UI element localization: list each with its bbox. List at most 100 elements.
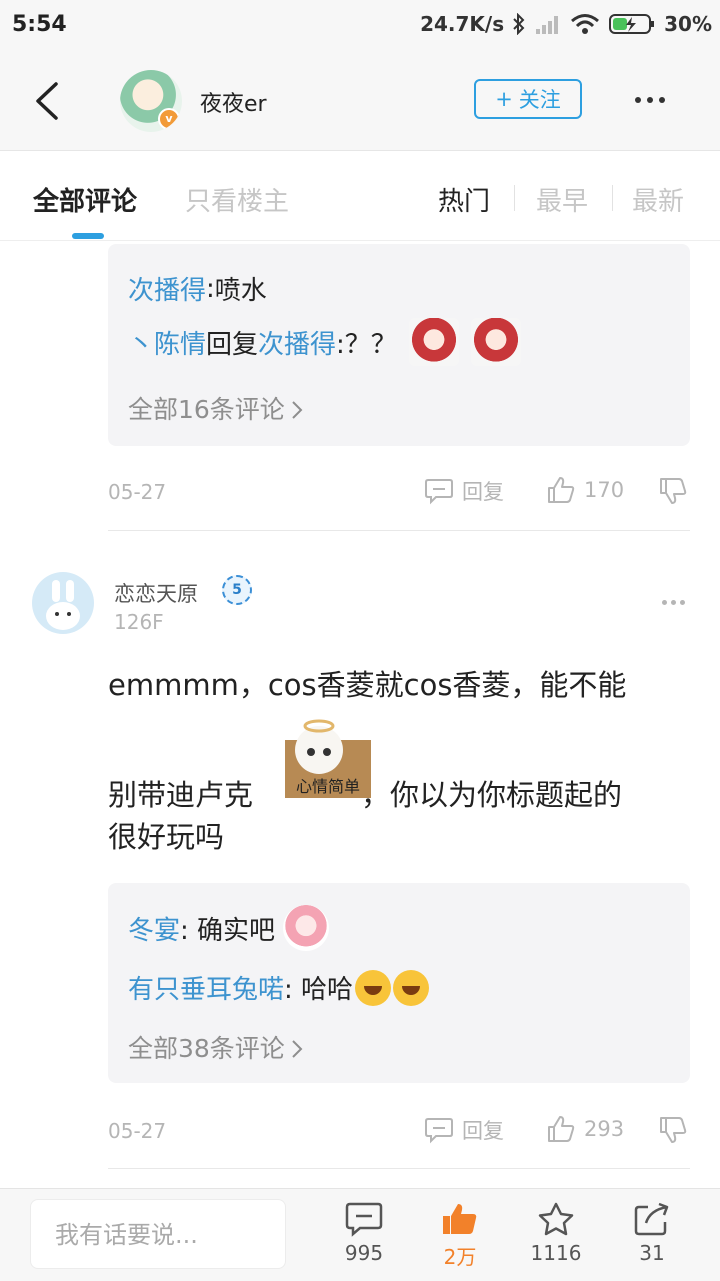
reply-username[interactable]: 次播得 xyxy=(128,270,206,307)
sort-hot[interactable]: 热门 xyxy=(438,181,490,218)
see-all-replies-link[interactable]: 全部16条评论 xyxy=(128,390,305,426)
reply-username[interactable]: 有只垂耳兔喏 xyxy=(128,969,284,1006)
author-name[interactable]: 夜夜er xyxy=(200,86,267,118)
comment-icon xyxy=(345,1202,383,1237)
sort-divider xyxy=(514,185,515,211)
signal-icon xyxy=(536,16,559,34)
comment-text-part: 别带迪卢克 xyxy=(108,778,254,812)
author-avatar[interactable]: v xyxy=(120,70,182,132)
laughing-emoji-icon xyxy=(355,969,392,1006)
reply-preview-box[interactable]: 冬宴: 确实吧 有只垂耳兔喏: 哈哈 全部38条评论 xyxy=(108,883,690,1083)
floor-number: 126F xyxy=(114,610,164,634)
dot-icon xyxy=(671,600,676,605)
bottom-action-bar: 我有话要说... 995 2万 1116 31 xyxy=(0,1188,720,1281)
reply-text: 喷水 xyxy=(214,276,267,306)
reply-preview-box[interactable]: 次播得: 喷水 丶陈情 回复 次播得:？？ 全部16条评论 xyxy=(108,244,690,446)
post-header: v 夜夜er + 关注 xyxy=(0,52,720,151)
comment-icon xyxy=(425,1118,453,1144)
reply-text: : 确实吧 xyxy=(180,915,276,946)
sort-earliest[interactable]: 最早 xyxy=(536,181,588,218)
reply-text: : 哈哈 xyxy=(284,975,354,1005)
comment-date: 05-27 xyxy=(108,480,167,504)
favorite-count: 1116 xyxy=(530,1241,582,1265)
reply-text: :？？ xyxy=(336,329,397,360)
comment-tabs: 全部评论 只看楼主 热门 最早 最新 xyxy=(0,151,720,241)
battery-icon xyxy=(609,14,655,34)
reply-label: 回复 xyxy=(462,480,504,504)
chevron-right-icon xyxy=(292,401,303,419)
dot-icon xyxy=(635,97,641,103)
status-indicators: 24.7K/s 30% xyxy=(420,12,712,36)
reply-item: 冬宴: 确实吧 xyxy=(128,905,330,951)
thumbs-down-icon[interactable] xyxy=(658,477,688,505)
comment-icon xyxy=(425,479,453,505)
tab-host-only[interactable]: 只看楼主 xyxy=(185,181,289,218)
sticker-image xyxy=(470,318,521,366)
thumbs-up-icon xyxy=(548,477,575,503)
comment-text: emmmm，cos香菱就cos香菱，能不能 xyxy=(108,668,627,702)
sticker-text: 心情简单 xyxy=(296,777,360,796)
status-time: 5:54 xyxy=(12,12,67,37)
reply-button[interactable]: 回复 xyxy=(424,1115,504,1145)
verified-badge-icon: v xyxy=(158,108,180,130)
like-post-button[interactable]: 2万 xyxy=(425,1201,495,1270)
see-all-replies-link[interactable]: 全部38条评论 xyxy=(128,1029,305,1065)
reply-button[interactable]: 回复 xyxy=(424,476,504,506)
sticker-image: 心情简单 xyxy=(285,719,371,798)
laughing-emoji-icon xyxy=(393,969,430,1006)
favorite-button[interactable]: 1116 xyxy=(521,1201,591,1265)
reply-target-username[interactable]: 次播得 xyxy=(258,324,336,361)
thumbs-down-icon[interactable] xyxy=(658,1116,688,1144)
reply-action: 回复 xyxy=(206,329,259,360)
chevron-right-icon xyxy=(292,1040,303,1058)
star-icon xyxy=(538,1202,574,1236)
like-button[interactable]: 293 xyxy=(546,1115,624,1143)
bluetooth-icon xyxy=(513,13,525,35)
wifi-icon xyxy=(571,14,600,34)
share-icon xyxy=(634,1202,669,1236)
dot-icon xyxy=(659,97,665,103)
comment-count: 995 xyxy=(344,1241,384,1265)
comment-text-part: ，你以为你标题起的 xyxy=(361,778,623,812)
reply-label: 回复 xyxy=(462,1119,504,1143)
comment-text: 很好玩吗 xyxy=(108,820,225,854)
plus-icon: + xyxy=(495,87,513,111)
post-like-count: 2万 xyxy=(443,1245,477,1269)
see-all-label: 全部16条评论 xyxy=(128,395,285,424)
thumbs-up-icon xyxy=(548,1116,575,1142)
reply-username[interactable]: 丶陈情 xyxy=(128,324,206,361)
tab-all-comments[interactable]: 全部评论 xyxy=(33,181,137,218)
dot-icon xyxy=(647,97,653,103)
back-button[interactable] xyxy=(26,76,70,126)
comment-divider xyxy=(108,1168,690,1169)
more-options-button[interactable] xyxy=(628,84,672,116)
like-button[interactable]: 170 xyxy=(546,476,624,504)
dot-icon xyxy=(680,600,685,605)
follow-button[interactable]: + 关注 xyxy=(474,79,582,119)
share-count: 31 xyxy=(639,1241,665,1265)
comments-button[interactable]: 995 xyxy=(329,1201,399,1265)
network-speed: 24.7K/s xyxy=(420,12,505,36)
like-count: 170 xyxy=(584,478,625,502)
sort-divider xyxy=(612,185,613,211)
comment-date: 05-27 xyxy=(108,1119,167,1143)
follow-label: 关注 xyxy=(518,88,561,112)
comment-input[interactable]: 我有话要说... xyxy=(30,1199,286,1269)
tab-active-indicator xyxy=(72,233,104,239)
sort-newest[interactable]: 最新 xyxy=(632,181,684,218)
sticker-image xyxy=(408,318,459,366)
dot-icon xyxy=(662,600,667,605)
battery-percent: 30% xyxy=(664,12,712,36)
chevron-left-icon xyxy=(36,82,58,120)
level-badge: 5 xyxy=(222,575,252,605)
reply-item: 丶陈情 回复 次播得:？？ xyxy=(128,318,521,366)
reply-item: 有只垂耳兔喏: 哈哈 xyxy=(128,969,430,1006)
reply-separator: : xyxy=(206,273,215,304)
commenter-avatar[interactable] xyxy=(32,572,94,634)
comment-more-button[interactable] xyxy=(662,600,685,605)
thumbs-up-filled-icon xyxy=(443,1204,477,1234)
comment-divider xyxy=(108,530,690,531)
commenter-name[interactable]: 恋恋天原 xyxy=(114,578,198,608)
reply-username[interactable]: 冬宴 xyxy=(128,910,180,947)
share-button[interactable]: 31 xyxy=(617,1201,687,1265)
